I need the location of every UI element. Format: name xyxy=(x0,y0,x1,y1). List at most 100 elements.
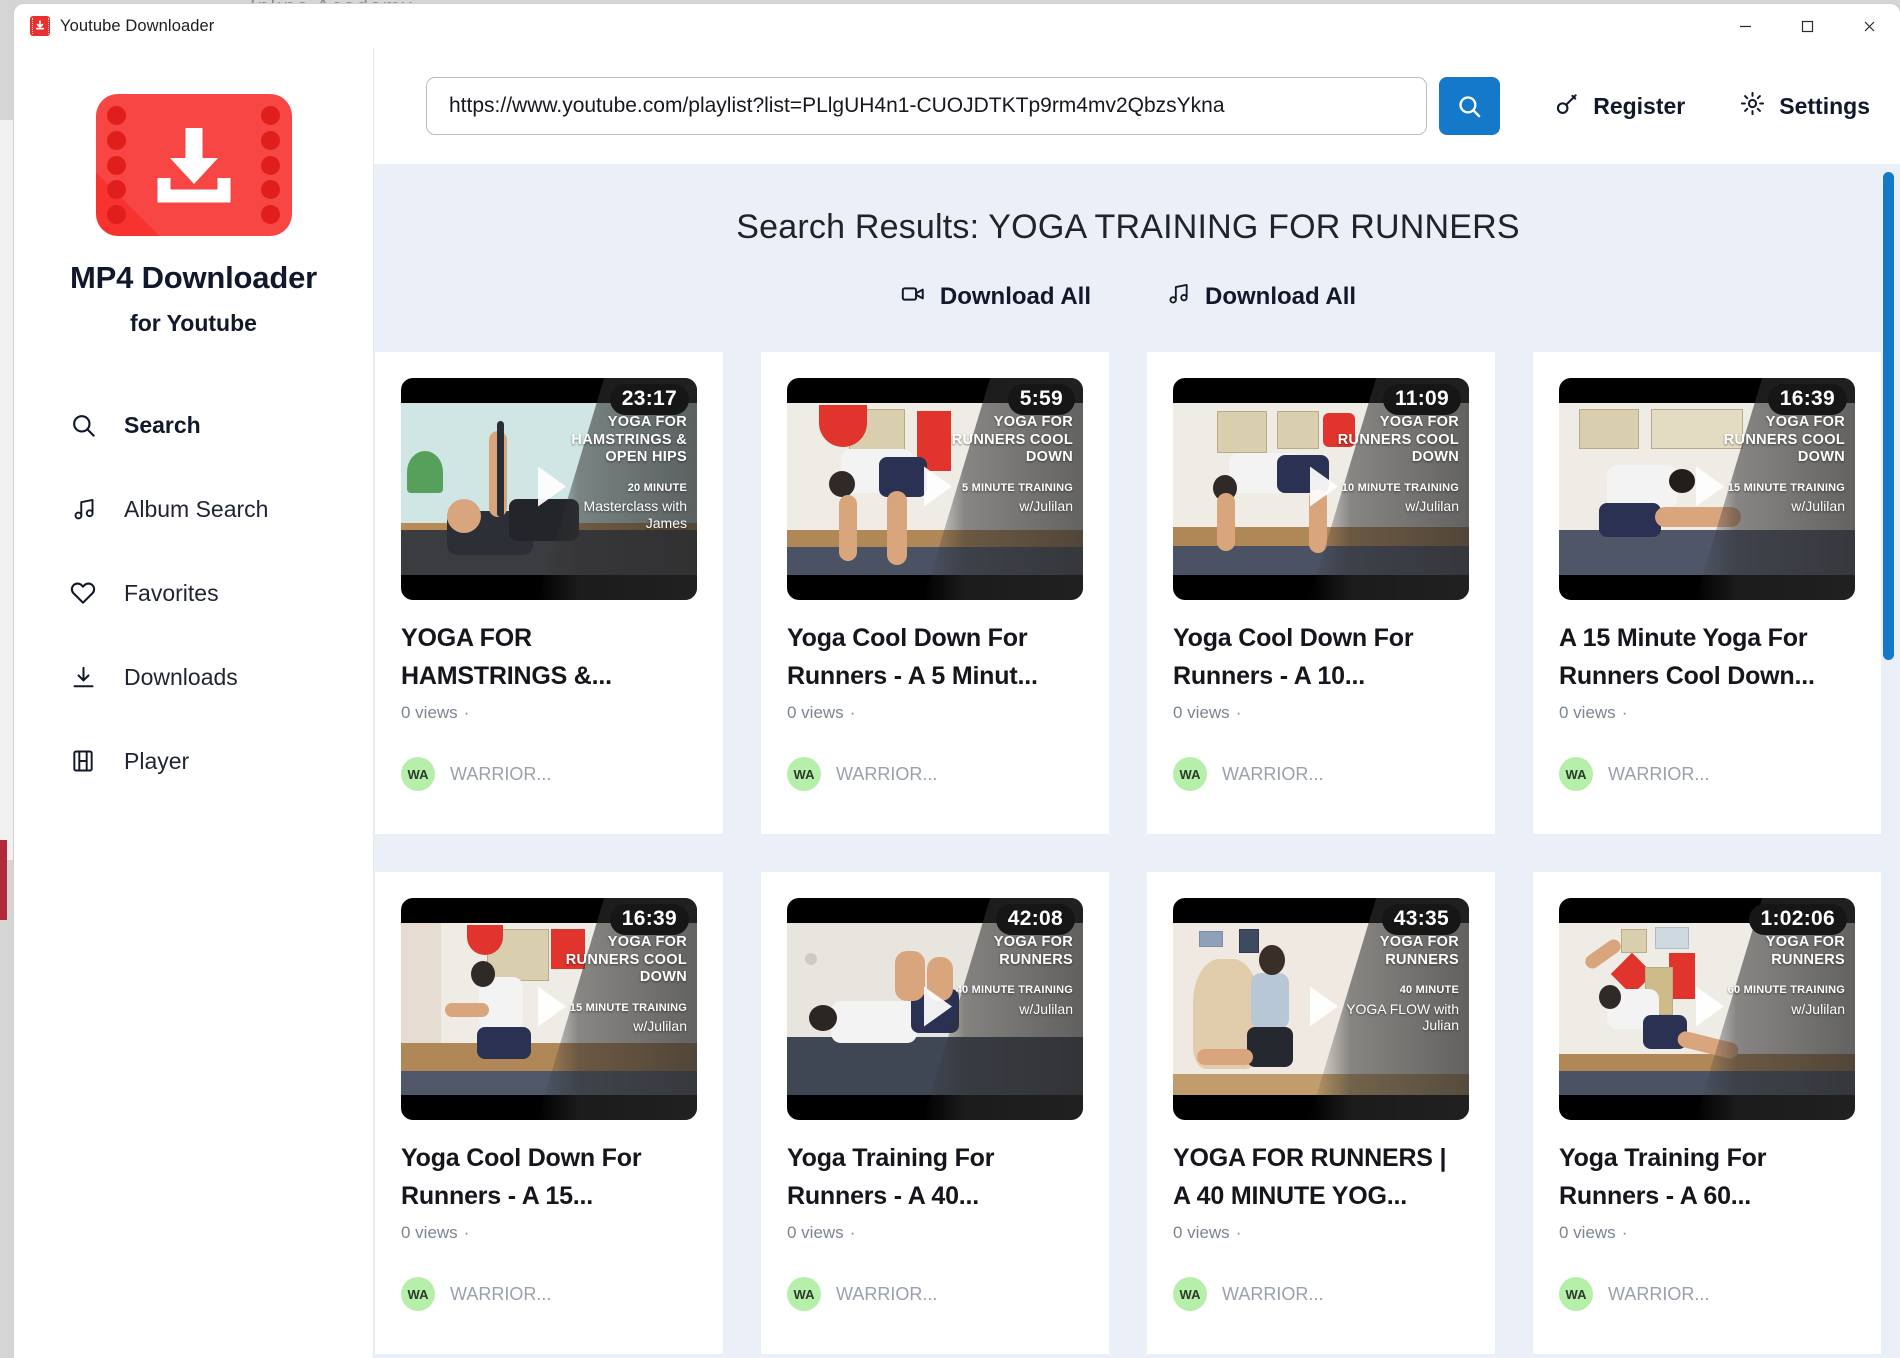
video-meta: 0 views · xyxy=(401,703,697,723)
video-thumbnail[interactable]: 43:35 YOGA FOR RUNNERS 40 MINUTE YOGA FL… xyxy=(1173,898,1469,1120)
scrollbar-thumb[interactable] xyxy=(1883,172,1894,660)
music-icon xyxy=(68,494,98,524)
meta-separator: · xyxy=(463,703,470,722)
thumbnail-overlay-sub: 15 MINUTE TRAINING xyxy=(569,1002,687,1015)
thumbnail-overlay-script: w/Julilan xyxy=(1791,498,1845,515)
video-meta: 0 views · xyxy=(1559,1223,1855,1243)
sidebar-item-search[interactable]: Search xyxy=(68,383,373,467)
video-card[interactable]: 11:09 YOGA FOR RUNNERS COOL DOWN 10 MINU… xyxy=(1147,352,1495,834)
channel-name: WARRIOR... xyxy=(836,763,938,784)
channel-name: WARRIOR... xyxy=(836,1283,938,1304)
thumbnail-overlay-script: w/Julilan xyxy=(1791,1000,1845,1017)
meta-separator: · xyxy=(849,1223,856,1242)
download-all-video-button[interactable]: Download All xyxy=(900,281,1091,312)
video-card[interactable]: 16:39 YOGA FOR RUNNERS COOL DOWN 15 MINU… xyxy=(375,872,723,1354)
settings-button[interactable]: Settings xyxy=(1739,90,1870,122)
sidebar-item-favorites[interactable]: Favorites xyxy=(68,551,373,635)
thumbnail-overlay-title: YOGA FOR RUNNERS xyxy=(1765,934,1845,968)
thumbnail-overlay-sub: 15 MINUTE TRAINING xyxy=(1727,482,1845,495)
download-all-audio-label: Download All xyxy=(1205,282,1357,310)
avatar: WA xyxy=(787,757,821,791)
thumbnail-overlay-script: YOGA FLOW with Julian xyxy=(1346,1000,1459,1034)
channel-name: WARRIOR... xyxy=(1608,763,1710,784)
video-title: YOGA FOR HAMSTRINGS &... xyxy=(401,624,612,690)
video-grid: 23:17 YOGA FOR HAMSTRINGS & OPEN HIPS 20… xyxy=(375,352,1881,1354)
video-thumbnail[interactable]: 11:09 YOGA FOR RUNNERS COOL DOWN 10 MINU… xyxy=(1173,378,1469,600)
thumbnail-overlay: YOGA FOR RUNNERS COOL DOWN 5 MINUTE TRAI… xyxy=(943,414,1073,515)
meta-separator: · xyxy=(1235,703,1242,722)
video-title: Yoga Training For Runners - A 60... xyxy=(1559,1144,1767,1210)
window-controls xyxy=(1714,4,1900,48)
app-icon xyxy=(30,16,50,36)
close-button[interactable] xyxy=(1838,4,1900,48)
thumbnail-overlay-script: w/Julilan xyxy=(1019,1000,1073,1017)
video-thumbnail[interactable]: 16:39 YOGA FOR RUNNERS COOL DOWN 15 MINU… xyxy=(401,898,697,1120)
thumbnail-overlay-title: YOGA FOR RUNNERS COOL DOWN xyxy=(1337,414,1459,466)
desktop-accent-bar xyxy=(0,840,7,920)
video-card[interactable]: 5:59 YOGA FOR RUNNERS COOL DOWN 5 MINUTE… xyxy=(761,352,1109,834)
channel-row[interactable]: WA WARRIOR... xyxy=(1559,1277,1855,1311)
video-title: Yoga Cool Down For Runners - A 10... xyxy=(1173,624,1414,690)
application-window: Youtube Downloader MP4 Downloader for Yo… xyxy=(14,4,1900,1358)
sidebar-item-downloads[interactable]: Downloads xyxy=(68,635,373,719)
channel-row[interactable]: WA WARRIOR... xyxy=(787,1277,1083,1311)
avatar: WA xyxy=(1173,1277,1207,1311)
window-body: MP4 Downloader for Youtube Search Album … xyxy=(14,48,1900,1358)
meta-separator: · xyxy=(1621,703,1628,722)
thumbnail-overlay-sub: 10 MINUTE TRAINING xyxy=(1341,482,1459,495)
video-thumbnail[interactable]: 1:02:06 YOGA FOR RUNNERS 60 MINUTE TRAIN… xyxy=(1559,898,1855,1120)
channel-name: WARRIOR... xyxy=(450,1283,552,1304)
thumbnail-overlay-title: YOGA FOR RUNNERS xyxy=(993,934,1073,968)
channel-row[interactable]: WA WARRIOR... xyxy=(401,757,697,791)
bulk-download-actions: Download All Download All xyxy=(396,281,1860,312)
view-count: 0 views xyxy=(401,703,458,722)
video-thumbnail[interactable]: 16:39 YOGA FOR RUNNERS COOL DOWN 15 MINU… xyxy=(1559,378,1855,600)
channel-name: WARRIOR... xyxy=(1608,1283,1710,1304)
video-duration: 23:17 xyxy=(609,384,689,415)
video-thumbnail[interactable]: 23:17 YOGA FOR HAMSTRINGS & OPEN HIPS 20… xyxy=(401,378,697,600)
search-icon xyxy=(68,410,98,440)
video-duration: 1:02:06 xyxy=(1748,904,1847,935)
video-card[interactable]: 43:35 YOGA FOR RUNNERS 40 MINUTE YOGA FL… xyxy=(1147,872,1495,1354)
download-all-audio-button[interactable]: Download All xyxy=(1165,281,1356,312)
sidebar-item-label: Player xyxy=(124,747,190,774)
thumbnail-overlay: YOGA FOR RUNNERS COOL DOWN 10 MINUTE TRA… xyxy=(1329,414,1459,515)
video-meta: 0 views · xyxy=(401,1223,697,1243)
maximize-button[interactable] xyxy=(1776,4,1838,48)
channel-row[interactable]: WA WARRIOR... xyxy=(1173,757,1469,791)
channel-row[interactable]: WA WARRIOR... xyxy=(787,757,1083,791)
video-card[interactable]: 1:02:06 YOGA FOR RUNNERS 60 MINUTE TRAIN… xyxy=(1533,872,1881,1354)
video-thumbnail[interactable]: 42:08 YOGA FOR RUNNERS 40 MINUTE TRAININ… xyxy=(787,898,1083,1120)
sidebar-item-album-search[interactable]: Album Search xyxy=(68,467,373,551)
minimize-button[interactable] xyxy=(1714,4,1776,48)
url-input[interactable] xyxy=(426,77,1427,135)
window-title: Youtube Downloader xyxy=(60,16,215,35)
channel-row[interactable]: WA WARRIOR... xyxy=(401,1277,697,1311)
video-card[interactable]: 23:17 YOGA FOR HAMSTRINGS & OPEN HIPS 20… xyxy=(375,352,723,834)
thumbnail-overlay: YOGA FOR RUNNERS COOL DOWN 15 MINUTE TRA… xyxy=(557,934,687,1035)
video-card[interactable]: 42:08 YOGA FOR RUNNERS 40 MINUTE TRAININ… xyxy=(761,872,1109,1354)
thumbnail-overlay: YOGA FOR RUNNERS COOL DOWN 15 MINUTE TRA… xyxy=(1715,414,1845,515)
brand-title: MP4 Downloader xyxy=(70,260,317,295)
video-duration: 42:08 xyxy=(995,904,1075,935)
avatar: WA xyxy=(1559,757,1593,791)
channel-row[interactable]: WA WARRIOR... xyxy=(1559,757,1855,791)
scrollbar-track[interactable] xyxy=(1883,172,1894,1350)
thumbnail-overlay-script: w/Julilan xyxy=(1019,498,1073,515)
app-logo-icon xyxy=(95,94,292,236)
video-card[interactable]: 16:39 YOGA FOR RUNNERS COOL DOWN 15 MINU… xyxy=(1533,352,1881,834)
page-title: Search Results: YOGA TRAINING FOR RUNNER… xyxy=(736,208,1520,246)
video-thumbnail[interactable]: 5:59 YOGA FOR RUNNERS COOL DOWN 5 MINUTE… xyxy=(787,378,1083,600)
register-button[interactable]: Register xyxy=(1554,91,1685,122)
sidebar-item-label: Search xyxy=(124,411,201,438)
meta-separator: · xyxy=(849,703,856,722)
search-button[interactable] xyxy=(1438,77,1501,135)
thumbnail-overlay-title: YOGA FOR RUNNERS COOL DOWN xyxy=(565,934,687,986)
sidebar-item-label: Album Search xyxy=(124,495,269,522)
video-title: A 15 Minute Yoga For Runners Cool Down..… xyxy=(1559,624,1815,690)
results-area: Search Results: YOGA TRAINING FOR RUNNER… xyxy=(374,164,1900,1358)
channel-row[interactable]: WA WARRIOR... xyxy=(1173,1277,1469,1311)
sidebar-item-player[interactable]: Player xyxy=(68,719,373,803)
video-meta: 0 views · xyxy=(787,703,1083,723)
avatar: WA xyxy=(401,757,435,791)
